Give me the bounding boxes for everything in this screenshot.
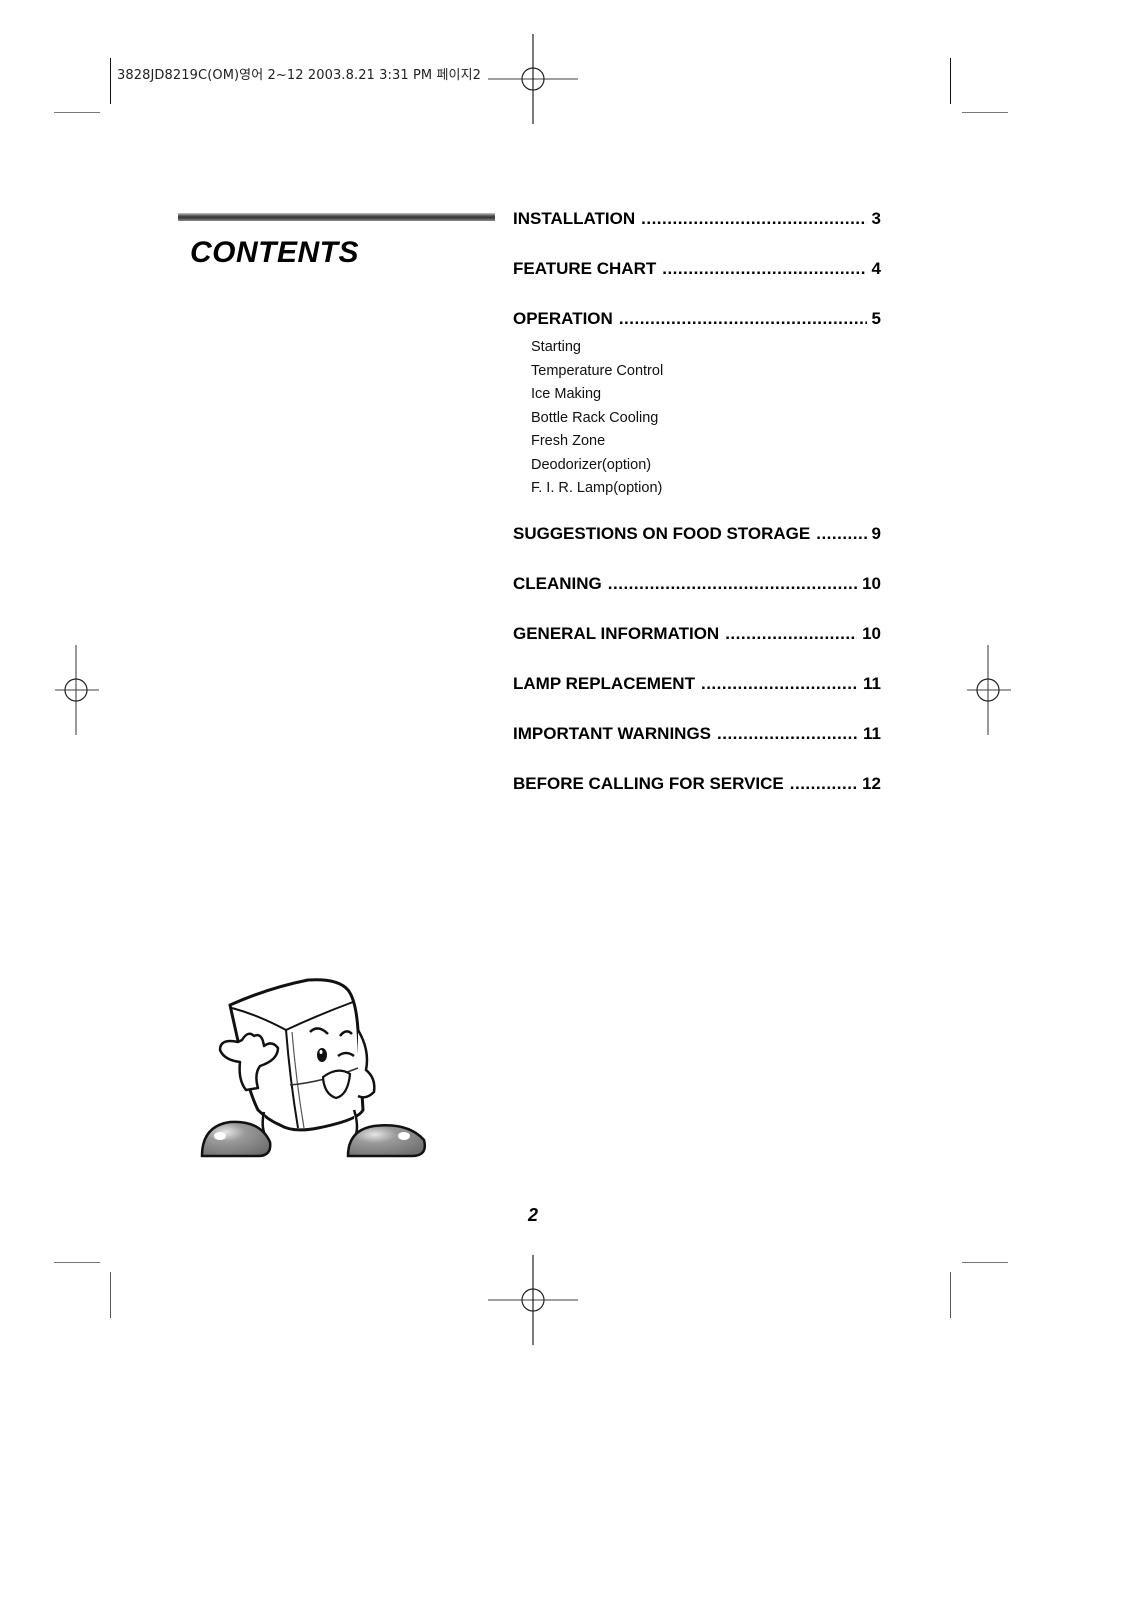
toc-subitem[interactable]: Ice Making: [531, 383, 881, 407]
toc-entry-page: 12: [862, 773, 881, 793]
dot-leader: [717, 724, 858, 744]
toc-subitem[interactable]: Fresh Zone: [531, 430, 881, 454]
toc-entry-label: OPERATION: [513, 309, 613, 328]
toc-entry-page: 3: [871, 209, 881, 228]
crop-mark-bottom-left-horizontal: [54, 1262, 100, 1263]
dot-leader: [725, 624, 857, 644]
toc-entry-label: LAMP REPLACEMENT: [513, 673, 695, 693]
page-title: CONTENTS: [190, 236, 359, 269]
toc-entry[interactable]: GENERAL INFORMATION 10: [513, 624, 881, 674]
dot-leader: [816, 524, 866, 544]
toc-entry[interactable]: IMPORTANT WARNINGS 11: [513, 724, 881, 774]
toc-entry-page: 5: [871, 309, 881, 328]
registration-mark-bottom-icon: [488, 1255, 578, 1345]
refrigerator-mascot-icon: [200, 978, 426, 1158]
page-number: 2: [528, 1205, 539, 1225]
crop-mark-bottom-right-vertical: [950, 1272, 951, 1318]
toc-entry[interactable]: BEFORE CALLING FOR SERVICE 12: [513, 774, 881, 824]
registration-mark-left-icon: [55, 645, 99, 735]
toc-entry[interactable]: LAMP REPLACEMENT 11: [513, 674, 881, 724]
toc-subitem[interactable]: Bottle Rack Cooling: [531, 407, 881, 431]
toc-entry-page: 4: [871, 259, 881, 278]
crop-mark-top-right-horizontal: [962, 112, 1008, 113]
toc-entry-label: BEFORE CALLING FOR SERVICE: [513, 773, 784, 793]
toc-entry-label: IMPORTANT WARNINGS: [513, 723, 712, 743]
toc-subitems: Starting Temperature Control Ice Making Bot…: [513, 336, 881, 501]
toc-subitem[interactable]: Starting: [531, 336, 881, 360]
dot-leader: [641, 209, 866, 229]
toc-entry-label: INSTALLATION: [513, 209, 636, 228]
dot-leader: [662, 259, 866, 279]
crop-mark-bottom-right-horizontal: [962, 1262, 1008, 1263]
toc-entry[interactable]: CLEANING 10: [513, 574, 881, 624]
crop-mark-top-left-vertical: [110, 58, 111, 104]
crop-mark-top-right-vertical: [950, 58, 951, 104]
dot-leader: [608, 574, 857, 594]
dot-leader: [619, 309, 867, 329]
table-of-contents: INSTALLATION 3 FEATURE CHART 4 OPERATION 5 Sta…: [513, 209, 881, 824]
toc-entry[interactable]: INSTALLATION 3: [513, 209, 881, 259]
registration-mark-right-icon: [967, 645, 1011, 735]
toc-subitem[interactable]: Deodorizer(option): [531, 454, 881, 478]
crop-mark-bottom-left-vertical: [110, 1272, 111, 1318]
toc-entry-page: 10: [862, 573, 881, 593]
print-slug: 3828JD8219C(OM)영어 2~12 2003.8.21 3:31 PM…: [117, 68, 482, 83]
dot-leader: [701, 674, 858, 694]
toc-entry-page: 10: [862, 623, 881, 643]
toc-subitem[interactable]: F. I. R. Lamp(option): [531, 477, 881, 501]
toc-entry[interactable]: SUGGESTIONS ON FOOD STORAGE 9: [513, 524, 881, 574]
toc-subitem[interactable]: Temperature Control: [531, 360, 881, 384]
toc-entry-page: 9: [871, 523, 881, 543]
dot-leader: [790, 774, 857, 794]
toc-entry-page: 11: [863, 673, 881, 693]
toc-entry[interactable]: FEATURE CHART 4: [513, 259, 881, 309]
toc-entry-page: 11: [863, 723, 881, 743]
toc-entry-label: CLEANING: [513, 573, 602, 593]
toc-entry-label: GENERAL INFORMATION: [513, 623, 720, 643]
toc-entry-label: FEATURE CHART: [513, 259, 657, 278]
crop-mark-top-left-horizontal: [54, 112, 100, 113]
header-rule: [178, 213, 495, 221]
toc-entry-label: SUGGESTIONS ON FOOD STORAGE: [513, 523, 811, 543]
registration-mark-top-icon: [488, 34, 578, 124]
